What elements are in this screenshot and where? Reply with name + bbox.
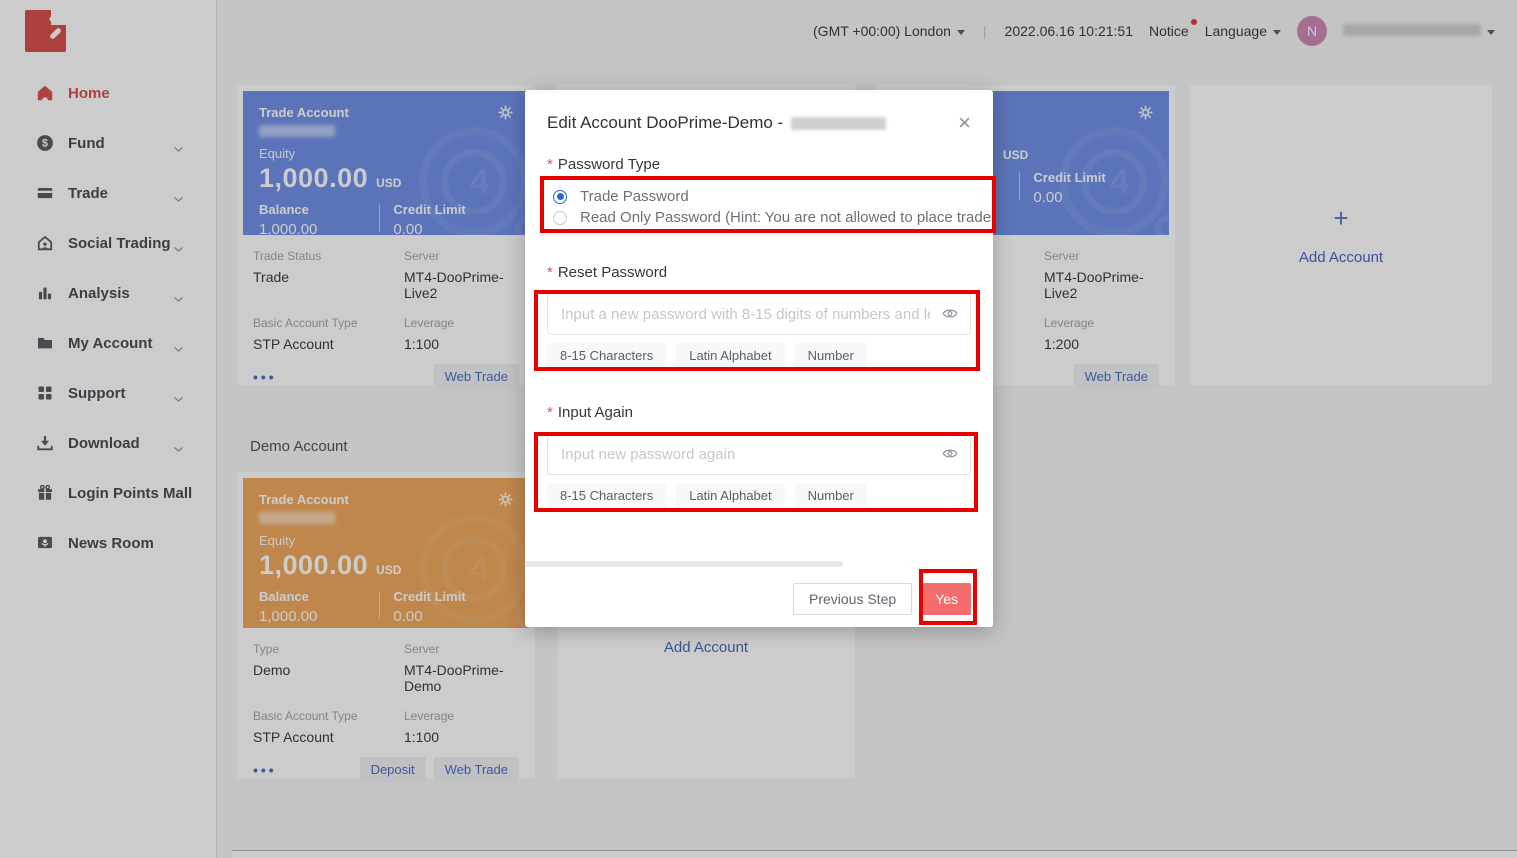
rule-tag: Latin Alphabet [676,343,784,368]
radio-read-only-password[interactable]: Read Only Password (Hint: You are not al… [525,207,993,228]
rule-tag: 8-15 Characters [547,483,666,508]
yes-button[interactable]: Yes [922,583,971,615]
modal-footer: Previous Step Yes [793,583,971,615]
rule-tag: Number [795,343,867,368]
eye-icon[interactable] [942,447,958,465]
password-type-label: *Password Type [525,156,993,173]
rule-tag: Latin Alphabet [676,483,784,508]
close-icon[interactable]: × [958,113,971,133]
input-again-label: *Input Again [525,404,993,421]
previous-step-button[interactable]: Previous Step [793,583,912,615]
password-type-radio-group: Trade Password Read Only Password (Hint:… [525,186,993,228]
password-rules: 8-15 Characters Latin Alphabet Number [547,483,993,508]
eye-icon[interactable] [942,307,958,325]
password-rules: 8-15 Characters Latin Alphabet Number [547,343,993,368]
rule-tag: 8-15 Characters [547,343,666,368]
page: Home $ Fund Trade Social Trading Analysi… [0,0,1517,858]
radio-trade-password[interactable]: Trade Password [525,186,993,207]
radio-selected-icon [553,190,567,204]
confirm-password-field [547,433,971,475]
horizontal-scrollbar[interactable] [525,561,843,567]
rule-tag: Number [795,483,867,508]
confirm-password-input[interactable] [547,433,971,475]
modal-title: Edit Account DooPrime-Demo - [547,110,783,136]
account-number-redacted [791,117,886,130]
radio-unselected-icon [553,211,567,225]
new-password-input[interactable] [547,293,971,335]
reset-password-field [547,293,971,335]
reset-password-label: *Reset Password [525,264,993,281]
edit-account-modal: Edit Account DooPrime-Demo - × *Password… [525,90,993,627]
